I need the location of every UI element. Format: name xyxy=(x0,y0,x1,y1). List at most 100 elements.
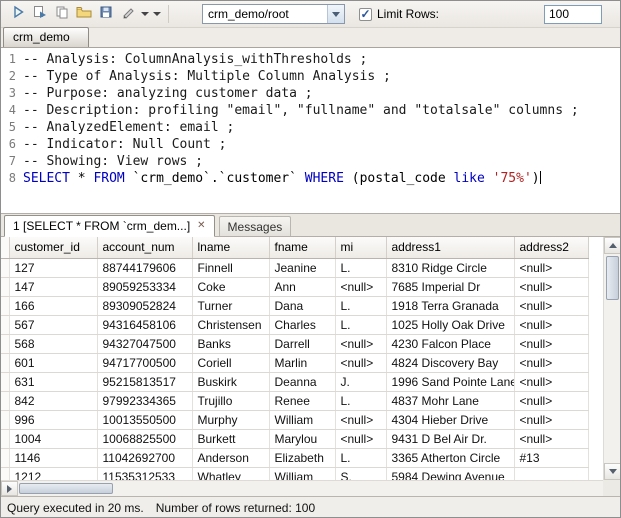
table-cell[interactable]: 996 xyxy=(9,410,97,429)
table-cell[interactable]: L. xyxy=(335,296,386,315)
limit-rows-input[interactable] xyxy=(544,5,602,24)
table-row[interactable]: 56794316458106ChristensenCharlesL.1025 H… xyxy=(1,315,588,334)
table-cell[interactable]: <null> xyxy=(514,315,588,334)
table-row[interactable]: 12788744179606FinnellJeanineL.8310 Ridge… xyxy=(1,258,588,277)
limit-rows-checkbox[interactable]: ✓ xyxy=(359,8,372,21)
table-cell[interactable]: L. xyxy=(335,448,386,467)
table-cell[interactable]: 127 xyxy=(9,258,97,277)
table-cell[interactable]: 89309052824 xyxy=(97,296,192,315)
table-cell[interactable]: 89059253334 xyxy=(97,277,192,296)
table-cell[interactable]: 601 xyxy=(9,353,97,372)
table-cell[interactable]: 147 xyxy=(9,277,97,296)
table-row[interactable]: 121211535312533WhatleyWilliamS.5984 Dewi… xyxy=(1,467,588,480)
table-cell[interactable]: Finnell xyxy=(192,258,269,277)
column-header[interactable]: customer_id xyxy=(9,237,97,258)
table-cell[interactable]: 8310 Ridge Circle xyxy=(386,258,514,277)
table-cell[interactable]: 97992334365 xyxy=(97,391,192,410)
table-cell[interactable]: Burkett xyxy=(192,429,269,448)
table-cell[interactable]: Trujillo xyxy=(192,391,269,410)
table-cell[interactable]: 1918 Terra Granada xyxy=(386,296,514,315)
tab-crm-demo[interactable]: crm_demo xyxy=(3,27,89,47)
vertical-scrollbar[interactable] xyxy=(603,237,620,480)
run-file-button[interactable] xyxy=(29,3,51,25)
table-cell[interactable]: <null> xyxy=(335,429,386,448)
table-cell[interactable] xyxy=(514,467,588,480)
edit-button[interactable] xyxy=(117,3,139,25)
table-cell[interactable]: <null> xyxy=(514,372,588,391)
table-cell[interactable]: 1212 xyxy=(9,467,97,480)
toolbar-overflow-button[interactable] xyxy=(151,3,163,25)
edit-menu-button[interactable] xyxy=(139,3,151,25)
table-cell[interactable]: L. xyxy=(335,315,386,334)
table-cell[interactable]: 11042692700 xyxy=(97,448,192,467)
table-cell[interactable]: Turner xyxy=(192,296,269,315)
table-row[interactable]: 100410068825500BurkettMarylou<null>9431 … xyxy=(1,429,588,448)
scroll-down-button[interactable] xyxy=(604,463,621,480)
table-cell[interactable]: <null> xyxy=(514,334,588,353)
table-cell[interactable]: <null> xyxy=(514,296,588,315)
column-header[interactable]: address2 xyxy=(514,237,588,258)
table-cell[interactable]: Coriell xyxy=(192,353,269,372)
table-cell[interactable]: Ann xyxy=(269,277,335,296)
table-cell[interactable]: <null> xyxy=(514,391,588,410)
table-cell[interactable]: <null> xyxy=(514,410,588,429)
table-cell[interactable]: #13 xyxy=(514,448,588,467)
table-cell[interactable]: 1004 xyxy=(9,429,97,448)
table-cell[interactable]: L. xyxy=(335,391,386,410)
table-cell[interactable]: Darrell xyxy=(269,334,335,353)
column-header[interactable]: mi xyxy=(335,237,386,258)
table-cell[interactable]: Renee xyxy=(269,391,335,410)
tab-messages[interactable]: Messages xyxy=(219,216,292,236)
table-cell[interactable]: S. xyxy=(335,467,386,480)
table-cell[interactable]: 568 xyxy=(9,334,97,353)
table-row[interactable]: 56894327047500BanksDarrell<null>4230 Fal… xyxy=(1,334,588,353)
table-cell[interactable]: 842 xyxy=(9,391,97,410)
table-row[interactable]: 99610013550500MurphyWilliam<null>4304 Hi… xyxy=(1,410,588,429)
table-cell[interactable]: 88744179606 xyxy=(97,258,192,277)
column-header[interactable]: lname xyxy=(192,237,269,258)
column-header[interactable]: account_num xyxy=(97,237,192,258)
table-cell[interactable]: <null> xyxy=(514,353,588,372)
table-cell[interactable]: 1996 Sand Pointe Lane xyxy=(386,372,514,391)
connection-combo[interactable]: crm_demo/root xyxy=(202,4,345,24)
table-row[interactable]: 60194717700500CoriellMarlin <null>4824 Di… xyxy=(1,353,588,372)
table-cell[interactable]: 95215813517 xyxy=(97,372,192,391)
table-cell[interactable]: 631 xyxy=(9,372,97,391)
table-cell[interactable]: Christensen xyxy=(192,315,269,334)
table-cell[interactable]: 5984 Dewing Avenue xyxy=(386,467,514,480)
vertical-scroll-thumb[interactable] xyxy=(606,256,619,300)
table-cell[interactable]: Charles xyxy=(269,315,335,334)
table-cell[interactable]: 9431 D Bel Air Dr. xyxy=(386,429,514,448)
table-row[interactable]: 114611042692700AndersonElizabethL.3365 A… xyxy=(1,448,588,467)
editor-code-lines[interactable]: -- Analysis: ColumnAnalysis_withThreshol… xyxy=(21,51,620,213)
table-cell[interactable]: 11535312533 xyxy=(97,467,192,480)
table-cell[interactable]: 4304 Hieber Drive xyxy=(386,410,514,429)
table-cell[interactable]: William xyxy=(269,467,335,480)
table-cell[interactable]: 10068825500 xyxy=(97,429,192,448)
table-cell[interactable]: 4824 Discovery Bay xyxy=(386,353,514,372)
table-row[interactable]: 16689309052824TurnerDanaL.1918 Terra Gra… xyxy=(1,296,588,315)
table-row[interactable]: 63195215813517BuskirkDeannaJ.1996 Sand P… xyxy=(1,372,588,391)
save-button[interactable] xyxy=(95,3,117,25)
table-cell[interactable]: Marlin xyxy=(269,353,335,372)
table-cell[interactable]: 166 xyxy=(9,296,97,315)
sql-editor[interactable]: 12345678 -- Analysis: ColumnAnalysis_wit… xyxy=(1,48,620,213)
scroll-right-button[interactable] xyxy=(1,481,18,496)
table-cell[interactable]: Elizabeth xyxy=(269,448,335,467)
table-cell[interactable]: <null> xyxy=(335,277,386,296)
table-cell[interactable]: <null> xyxy=(514,258,588,277)
table-cell[interactable]: 567 xyxy=(9,315,97,334)
table-cell[interactable]: Whatley xyxy=(192,467,269,480)
table-cell[interactable]: 10013550500 xyxy=(97,410,192,429)
horizontal-scrollbar[interactable] xyxy=(1,480,605,496)
table-cell[interactable]: 3365 Atherton Circle xyxy=(386,448,514,467)
table-cell[interactable]: 94717700500 xyxy=(97,353,192,372)
table-row[interactable]: 84297992334365TrujilloReneeL.4837 Mohr L… xyxy=(1,391,588,410)
table-cell[interactable]: Marylou xyxy=(269,429,335,448)
scroll-up-button[interactable] xyxy=(604,237,621,254)
table-cell[interactable]: Dana xyxy=(269,296,335,315)
column-header[interactable]: address1 xyxy=(386,237,514,258)
table-cell[interactable]: 94316458106 xyxy=(97,315,192,334)
table-cell[interactable]: <null> xyxy=(335,410,386,429)
table-cell[interactable]: Coke xyxy=(192,277,269,296)
